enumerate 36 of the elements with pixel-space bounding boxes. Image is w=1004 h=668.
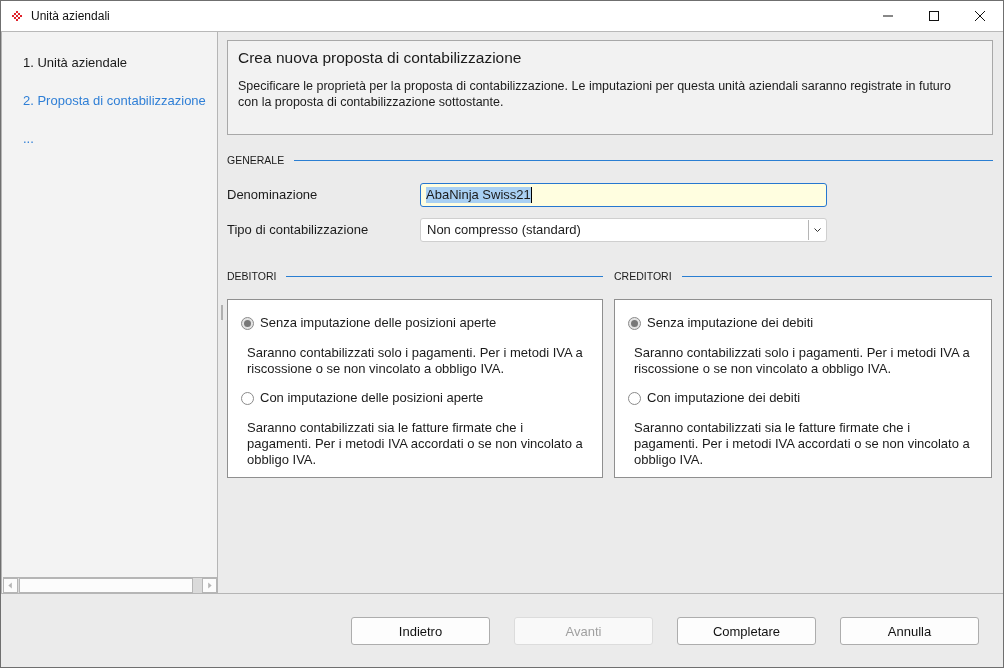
radio-label[interactable]: Con imputazione delle posizioni aperte — [260, 390, 484, 406]
radio-button[interactable] — [241, 391, 254, 405]
section-heading: GENERALE — [227, 153, 285, 168]
radio-button[interactable] — [241, 316, 254, 330]
option-description: Saranno contabilizzati sia le fatture firmate che i pagamenti. Per i metodi IVA accordati o se non vincolato a obbligo IVA. — [634, 420, 971, 468]
dialog-button[interactable]: Completare — [677, 617, 816, 645]
field-label: Tipo di contabilizzazione — [227, 222, 370, 238]
scroll-left-icon[interactable] — [3, 578, 18, 593]
radio-button[interactable] — [628, 391, 641, 405]
maximize-icon — [929, 11, 939, 21]
section-heading: DEBITORI — [227, 269, 277, 284]
section-heading: CREDITORI — [614, 269, 672, 284]
text-input[interactable]: AbaNinja Swiss21 — [420, 183, 827, 207]
close-icon — [975, 11, 985, 21]
wizard-step[interactable]: 1. Unità aziendale — [23, 55, 128, 71]
radio-label[interactable]: Senza imputazione delle posizioni aperte — [260, 315, 497, 331]
field-label: Denominazione — [227, 187, 319, 203]
scrollbar-thumb[interactable] — [19, 578, 193, 593]
panel-title: Crea nuova proposta di contabilizzazione — [238, 48, 523, 68]
dialog-button[interactable]: Annulla — [840, 617, 979, 645]
horizontal-scrollbar[interactable] — [3, 577, 217, 593]
more-steps-link[interactable]: ... — [23, 131, 34, 147]
option-description: Saranno contabilizzati solo i pagamenti. Per i metodi IVA a riscossione o se non vincolato a obbligo IVA. — [634, 345, 971, 377]
chevron-down-icon — [814, 228, 821, 232]
app-logo-icon — [12, 11, 22, 21]
radio-label[interactable]: Senza imputazione dei debiti — [647, 315, 814, 331]
panel-description: Specificare le proprietà per la proposta di contabilizzazione. Le imputazioni per questa unità aziendali saranno registrate in futuro con la proposta di contabilizzazione sottostante. — [238, 78, 952, 110]
option-description: Saranno contabilizzati sia le fatture firmate che i pagamenti. Per i metodi IVA accordati o se non vincolato a obbligo IVA. — [247, 420, 584, 468]
option-description: Saranno contabilizzati solo i pagamenti. Per i metodi IVA a riscossione o se non vincolato a obbligo IVA. — [247, 345, 584, 377]
radio-label[interactable]: Con imputazione dei debiti — [647, 390, 801, 406]
dropdown-select[interactable]: Non compresso (standard) — [420, 218, 827, 242]
radio-button[interactable] — [628, 316, 641, 330]
window-title: Unità aziendali — [31, 8, 110, 24]
scroll-right-icon[interactable] — [202, 578, 217, 593]
wizard-step[interactable]: 2. Proposta di contabilizzazione — [23, 93, 206, 109]
dialog-button[interactable]: Indietro — [351, 617, 490, 645]
